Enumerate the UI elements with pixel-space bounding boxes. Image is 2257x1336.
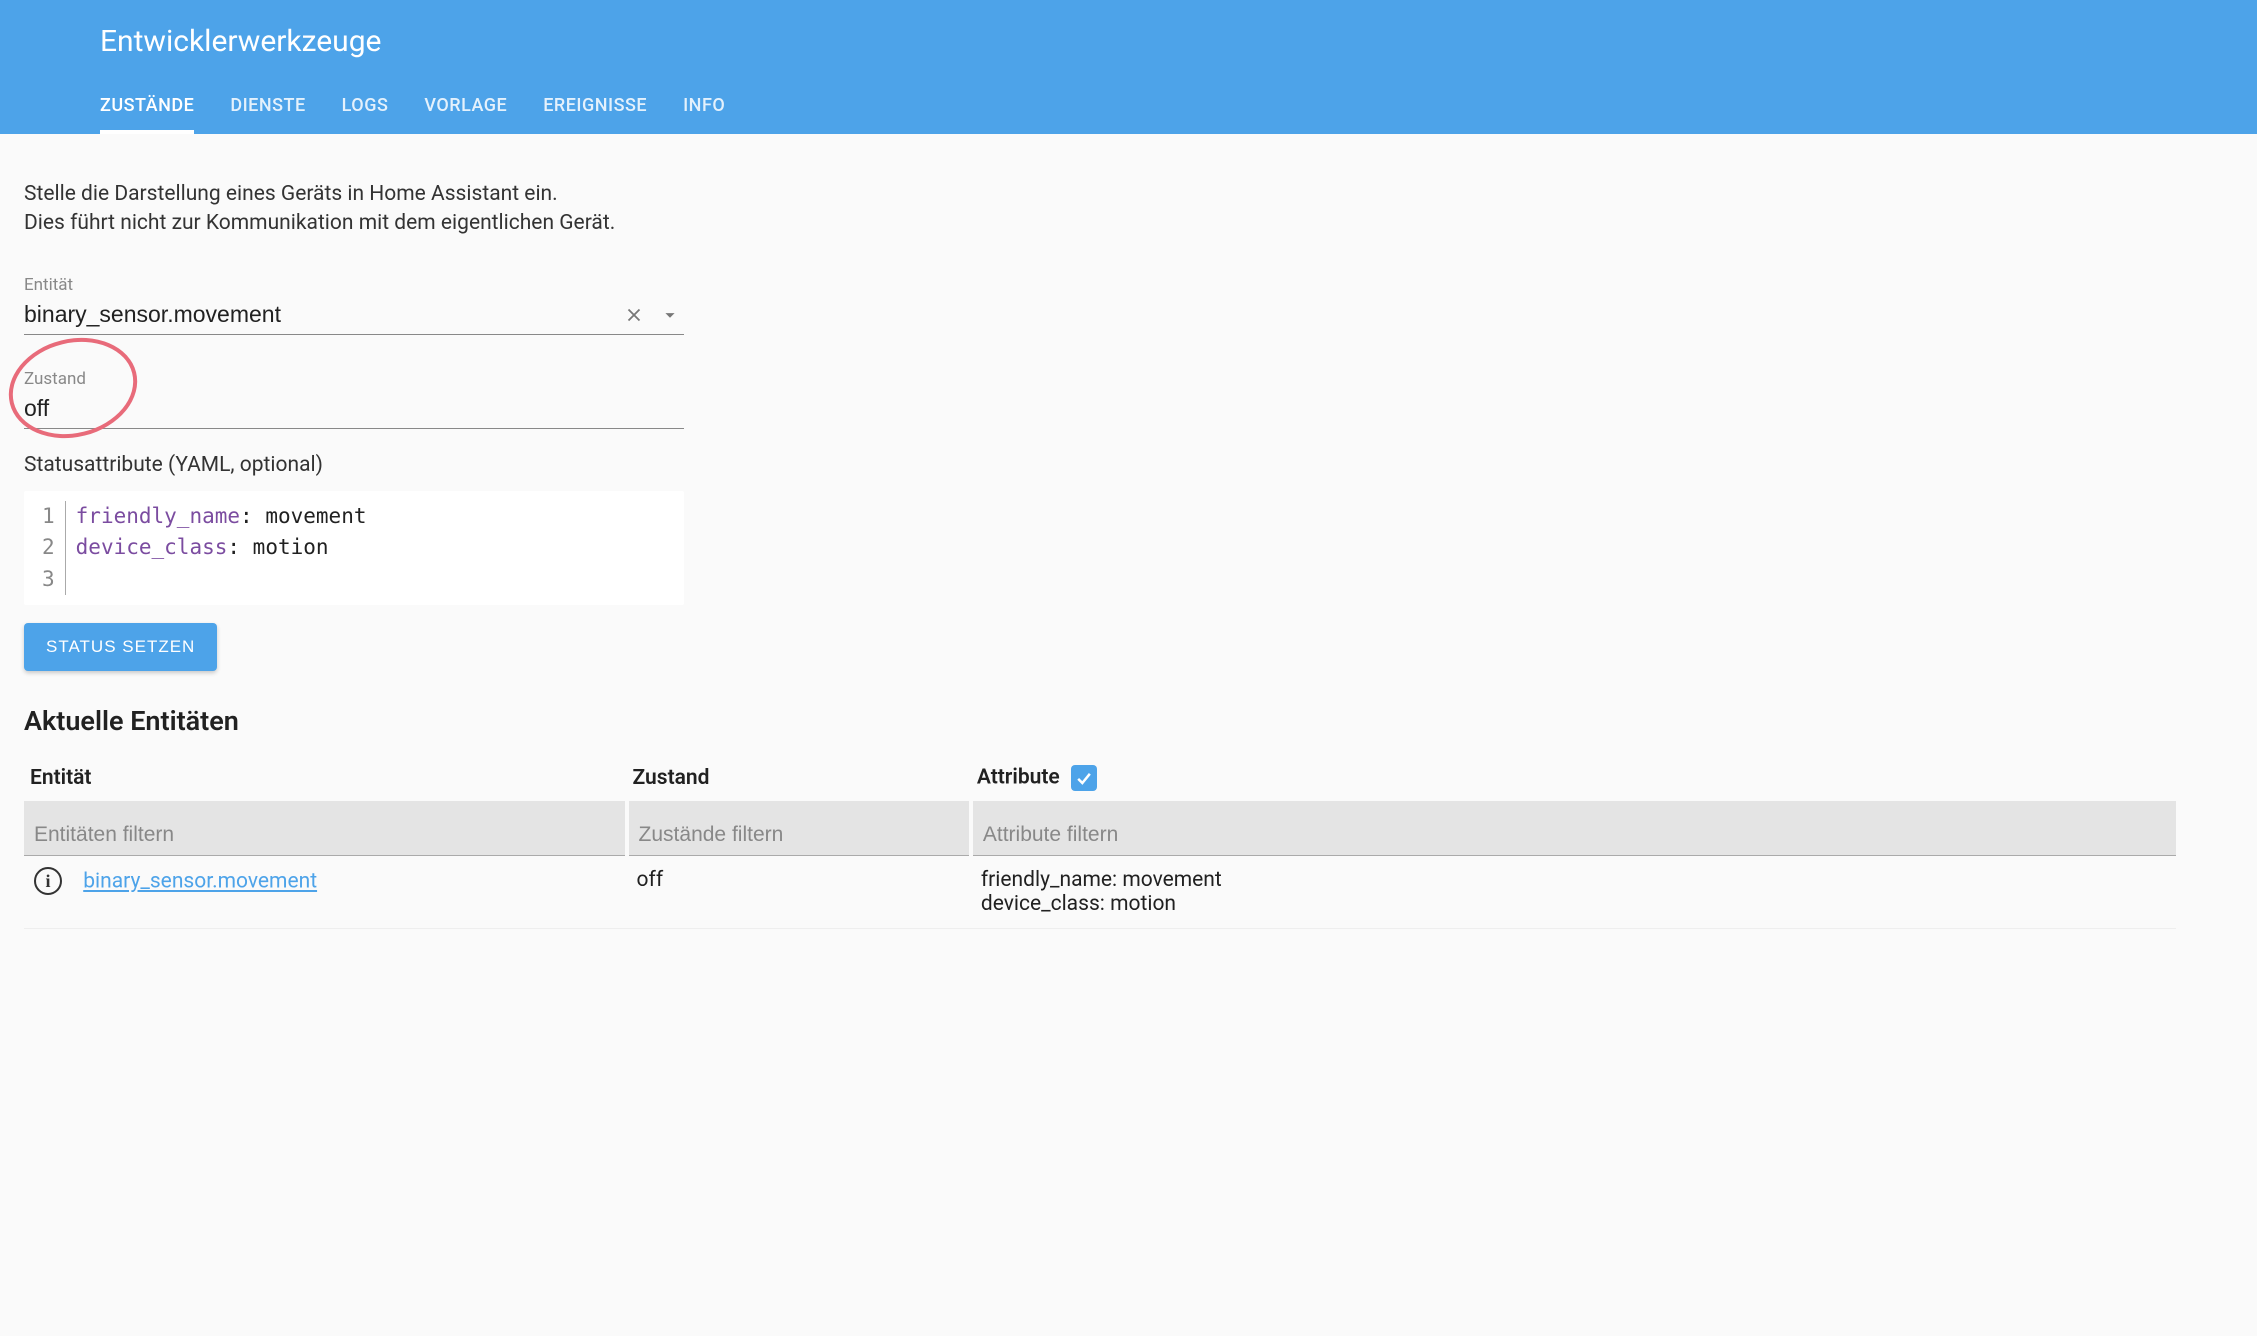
line-gutter: 123 <box>24 501 66 596</box>
entity-label: Entität <box>24 275 684 295</box>
intro-line2: Dies führt nicht zur Kommunikation mit d… <box>24 209 2176 238</box>
entity-input[interactable] <box>24 297 612 334</box>
filter-state-input[interactable] <box>629 801 969 856</box>
clear-icon[interactable] <box>620 301 648 329</box>
set-state-button[interactable]: STATUS SETZEN <box>24 623 217 671</box>
row-attr-line1: friendly_name: movement <box>981 868 2166 892</box>
row-state: off <box>627 856 971 929</box>
yaml-val-2: motion <box>240 535 329 559</box>
header-state: Zustand <box>627 755 971 801</box>
dropdown-icon[interactable] <box>656 301 684 329</box>
state-label: Zustand <box>24 369 684 389</box>
state-input[interactable] <box>24 391 684 428</box>
tab-info[interactable]: INFO <box>683 95 725 134</box>
tab-template[interactable]: VORLAGE <box>424 95 507 134</box>
entity-link[interactable]: binary_sensor.movement <box>83 870 317 894</box>
content-area: Stelle die Darstellung eines Geräts in H… <box>0 134 2200 953</box>
attributes-label: Statusattribute (YAML, optional) <box>24 453 2176 477</box>
header-attributes: Attribute <box>971 755 2176 801</box>
app-header: Entwicklerwerkzeuge ZUSTÄNDE DIENSTE LOG… <box>0 0 2257 134</box>
yaml-content: friendly_name: movement device_class: mo… <box>66 501 684 596</box>
entities-section-title: Aktuelle Entitäten <box>24 705 2176 737</box>
page-title: Entwicklerwerkzeuge <box>100 24 2257 59</box>
attributes-checkbox[interactable] <box>1071 765 1097 791</box>
intro-line1: Stelle die Darstellung eines Geräts in H… <box>24 180 2176 209</box>
yaml-editor[interactable]: 123 friendly_name: movement device_class… <box>24 491 684 606</box>
tab-logs[interactable]: LOGS <box>342 95 389 134</box>
entity-field: Entität <box>24 275 684 335</box>
filter-entity-input[interactable] <box>24 801 625 856</box>
header-attributes-label: Attribute <box>977 766 1060 790</box>
yaml-key-1: friendly_name <box>76 504 240 528</box>
filter-attribute-input[interactable] <box>973 801 2176 856</box>
state-field: Zustand <box>24 369 684 429</box>
yaml-val-1: movement <box>253 504 367 528</box>
row-attr-line2: device_class: motion <box>981 892 2166 916</box>
filter-row <box>24 801 2176 856</box>
tab-services[interactable]: DIENSTE <box>230 95 305 134</box>
main-tabs: ZUSTÄNDE DIENSTE LOGS VORLAGE EREIGNISSE… <box>0 59 2257 134</box>
tab-events[interactable]: EREIGNISSE <box>543 95 647 134</box>
entities-table: Entität Zustand Attribute binary_sensor.… <box>24 755 2176 929</box>
header-entity: Entität <box>24 755 627 801</box>
intro-text: Stelle die Darstellung eines Geräts in H… <box>24 180 2176 239</box>
table-row: binary_sensor.movement off friendly_name… <box>24 856 2176 929</box>
table-header-row: Entität Zustand Attribute <box>24 755 2176 801</box>
info-icon[interactable] <box>34 867 62 895</box>
row-attributes: friendly_name: movement device_class: mo… <box>971 856 2176 929</box>
yaml-key-2: device_class <box>76 535 228 559</box>
tab-states[interactable]: ZUSTÄNDE <box>100 95 194 134</box>
